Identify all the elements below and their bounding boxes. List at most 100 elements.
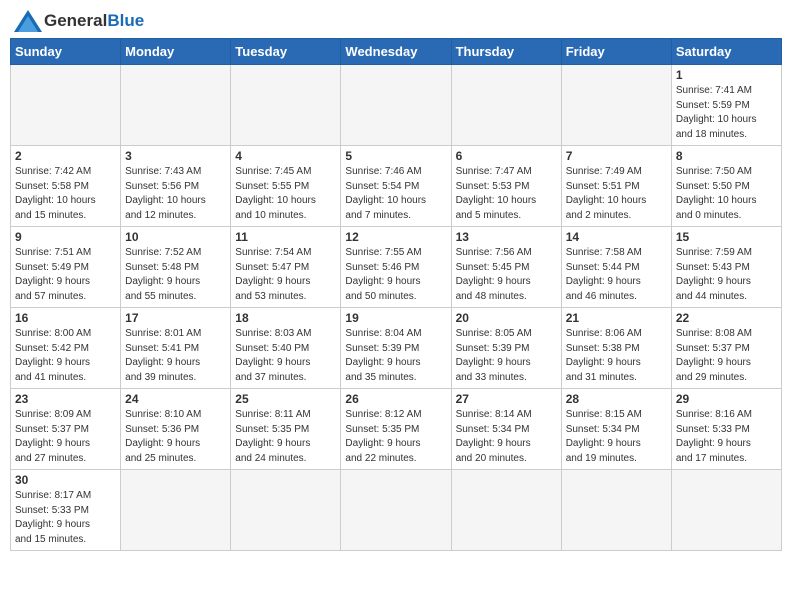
calendar-day-cell (561, 65, 671, 146)
weekday-header-monday: Monday (121, 39, 231, 65)
calendar-day-cell: 20 Sunrise: 8:05 AM Sunset: 5:39 PM Dayli… (451, 308, 561, 389)
calendar-day-cell: 25 Sunrise: 8:11 AM Sunset: 5:35 PM Dayli… (231, 389, 341, 470)
calendar-day-cell: 23Sunrise: 8:09 AM Sunset: 5:37 PM Dayli… (11, 389, 121, 470)
day-number: 25 (235, 392, 336, 406)
weekday-header-thursday: Thursday (451, 39, 561, 65)
day-number: 27 (456, 392, 557, 406)
day-info: Sunrise: 7:54 AM Sunset: 5:47 PM Dayligh… (235, 246, 336, 304)
day-number: 29 (676, 392, 777, 406)
day-info: Sunrise: 8:00 AM Sunset: 5:42 PM Dayligh… (15, 327, 116, 385)
calendar-day-cell: 4 Sunrise: 7:45 AM Sunset: 5:55 PM Daylig… (231, 146, 341, 227)
day-number: 12 (345, 230, 446, 244)
day-number: 3 (125, 149, 226, 163)
calendar-day-cell (231, 470, 341, 551)
day-info: Sunrise: 8:11 AM Sunset: 5:35 PM Dayligh… (235, 408, 336, 466)
calendar-day-cell: 8 Sunrise: 7:50 AM Sunset: 5:50 PM Daylig… (671, 146, 781, 227)
calendar-day-cell: 5 Sunrise: 7:46 AM Sunset: 5:54 PM Daylig… (341, 146, 451, 227)
weekday-header-row: SundayMondayTuesdayWednesdayThursdayFrid… (11, 39, 782, 65)
calendar-day-cell (451, 65, 561, 146)
day-number: 14 (566, 230, 667, 244)
day-number: 24 (125, 392, 226, 406)
day-info: Sunrise: 8:04 AM Sunset: 5:39 PM Dayligh… (345, 327, 446, 385)
day-info: Sunrise: 7:56 AM Sunset: 5:45 PM Dayligh… (456, 246, 557, 304)
day-number: 15 (676, 230, 777, 244)
calendar-day-cell: 9 Sunrise: 7:51 AM Sunset: 5:49 PM Daylig… (11, 227, 121, 308)
day-number: 11 (235, 230, 336, 244)
calendar-day-cell: 29 Sunrise: 8:16 AM Sunset: 5:33 PM Dayli… (671, 389, 781, 470)
calendar-day-cell: 13 Sunrise: 7:56 AM Sunset: 5:45 PM Dayli… (451, 227, 561, 308)
day-info: Sunrise: 8:12 AM Sunset: 5:35 PM Dayligh… (345, 408, 446, 466)
calendar-week-row: 9 Sunrise: 7:51 AM Sunset: 5:49 PM Daylig… (11, 227, 782, 308)
day-number: 5 (345, 149, 446, 163)
day-info: Sunrise: 8:06 AM Sunset: 5:38 PM Dayligh… (566, 327, 667, 385)
day-number: 13 (456, 230, 557, 244)
day-info: Sunrise: 8:15 AM Sunset: 5:34 PM Dayligh… (566, 408, 667, 466)
day-info: Sunrise: 7:45 AM Sunset: 5:55 PM Dayligh… (235, 165, 336, 223)
day-number: 20 (456, 311, 557, 325)
calendar-day-cell: 2Sunrise: 7:42 AM Sunset: 5:58 PM Daylig… (11, 146, 121, 227)
day-number: 28 (566, 392, 667, 406)
day-number: 23 (15, 392, 116, 406)
calendar-day-cell: 21 Sunrise: 8:06 AM Sunset: 5:38 PM Dayli… (561, 308, 671, 389)
day-number: 1 (676, 68, 777, 82)
weekday-header-saturday: Saturday (671, 39, 781, 65)
calendar-day-cell: 17Sunrise: 8:01 AM Sunset: 5:41 PM Dayli… (121, 308, 231, 389)
day-info: Sunrise: 8:05 AM Sunset: 5:39 PM Dayligh… (456, 327, 557, 385)
calendar-day-cell (451, 470, 561, 551)
calendar-day-cell: 18Sunrise: 8:03 AM Sunset: 5:40 PM Dayli… (231, 308, 341, 389)
day-info: Sunrise: 7:59 AM Sunset: 5:43 PM Dayligh… (676, 246, 777, 304)
calendar-day-cell: 16 Sunrise: 8:00 AM Sunset: 5:42 PM Dayli… (11, 308, 121, 389)
calendar-day-cell (671, 470, 781, 551)
logo: GeneralBlue (14, 10, 144, 32)
day-number: 6 (456, 149, 557, 163)
day-number: 26 (345, 392, 446, 406)
day-info: Sunrise: 8:08 AM Sunset: 5:37 PM Dayligh… (676, 327, 777, 385)
day-info: Sunrise: 7:55 AM Sunset: 5:46 PM Dayligh… (345, 246, 446, 304)
day-info: Sunrise: 7:46 AM Sunset: 5:54 PM Dayligh… (345, 165, 446, 223)
calendar-day-cell: 30Sunrise: 8:17 AM Sunset: 5:33 PM Dayli… (11, 470, 121, 551)
day-number: 16 (15, 311, 116, 325)
calendar-day-cell: 28 Sunrise: 8:15 AM Sunset: 5:34 PM Dayli… (561, 389, 671, 470)
calendar-week-row: 16 Sunrise: 8:00 AM Sunset: 5:42 PM Dayli… (11, 308, 782, 389)
calendar-day-cell (231, 65, 341, 146)
day-info: Sunrise: 8:17 AM Sunset: 5:33 PM Dayligh… (15, 489, 116, 547)
day-number: 22 (676, 311, 777, 325)
calendar-table: SundayMondayTuesdayWednesdayThursdayFrid… (10, 38, 782, 551)
day-number: 21 (566, 311, 667, 325)
day-info: Sunrise: 7:43 AM Sunset: 5:56 PM Dayligh… (125, 165, 226, 223)
weekday-header-friday: Friday (561, 39, 671, 65)
calendar-day-cell (341, 470, 451, 551)
day-number: 9 (15, 230, 116, 244)
day-info: Sunrise: 7:52 AM Sunset: 5:48 PM Dayligh… (125, 246, 226, 304)
day-number: 4 (235, 149, 336, 163)
calendar-day-cell: 19Sunrise: 8:04 AM Sunset: 5:39 PM Dayli… (341, 308, 451, 389)
calendar-week-row: 2Sunrise: 7:42 AM Sunset: 5:58 PM Daylig… (11, 146, 782, 227)
calendar-week-row: 30Sunrise: 8:17 AM Sunset: 5:33 PM Dayli… (11, 470, 782, 551)
day-number: 7 (566, 149, 667, 163)
day-info: Sunrise: 7:42 AM Sunset: 5:58 PM Dayligh… (15, 165, 116, 223)
calendar-day-cell: 24Sunrise: 8:10 AM Sunset: 5:36 PM Dayli… (121, 389, 231, 470)
weekday-header-sunday: Sunday (11, 39, 121, 65)
page-header: GeneralBlue (10, 10, 782, 32)
weekday-header-wednesday: Wednesday (341, 39, 451, 65)
day-info: Sunrise: 7:49 AM Sunset: 5:51 PM Dayligh… (566, 165, 667, 223)
calendar-day-cell: 1Sunrise: 7:41 AM Sunset: 5:59 PM Daylig… (671, 65, 781, 146)
calendar-day-cell: 22 Sunrise: 8:08 AM Sunset: 5:37 PM Dayli… (671, 308, 781, 389)
calendar-day-cell: 11 Sunrise: 7:54 AM Sunset: 5:47 PM Dayli… (231, 227, 341, 308)
day-number: 8 (676, 149, 777, 163)
day-info: Sunrise: 7:51 AM Sunset: 5:49 PM Dayligh… (15, 246, 116, 304)
day-info: Sunrise: 8:03 AM Sunset: 5:40 PM Dayligh… (235, 327, 336, 385)
day-info: Sunrise: 7:47 AM Sunset: 5:53 PM Dayligh… (456, 165, 557, 223)
calendar-day-cell: 3 Sunrise: 7:43 AM Sunset: 5:56 PM Daylig… (121, 146, 231, 227)
calendar-day-cell: 27Sunrise: 8:14 AM Sunset: 5:34 PM Dayli… (451, 389, 561, 470)
calendar-day-cell (121, 470, 231, 551)
calendar-day-cell: 6 Sunrise: 7:47 AM Sunset: 5:53 PM Daylig… (451, 146, 561, 227)
calendar-day-cell: 10Sunrise: 7:52 AM Sunset: 5:48 PM Dayli… (121, 227, 231, 308)
calendar-day-cell: 14Sunrise: 7:58 AM Sunset: 5:44 PM Dayli… (561, 227, 671, 308)
logo-icon (14, 10, 42, 32)
day-info: Sunrise: 8:16 AM Sunset: 5:33 PM Dayligh… (676, 408, 777, 466)
calendar-day-cell: 7 Sunrise: 7:49 AM Sunset: 5:51 PM Daylig… (561, 146, 671, 227)
day-info: Sunrise: 7:50 AM Sunset: 5:50 PM Dayligh… (676, 165, 777, 223)
day-info: Sunrise: 8:01 AM Sunset: 5:41 PM Dayligh… (125, 327, 226, 385)
calendar-day-cell (341, 65, 451, 146)
